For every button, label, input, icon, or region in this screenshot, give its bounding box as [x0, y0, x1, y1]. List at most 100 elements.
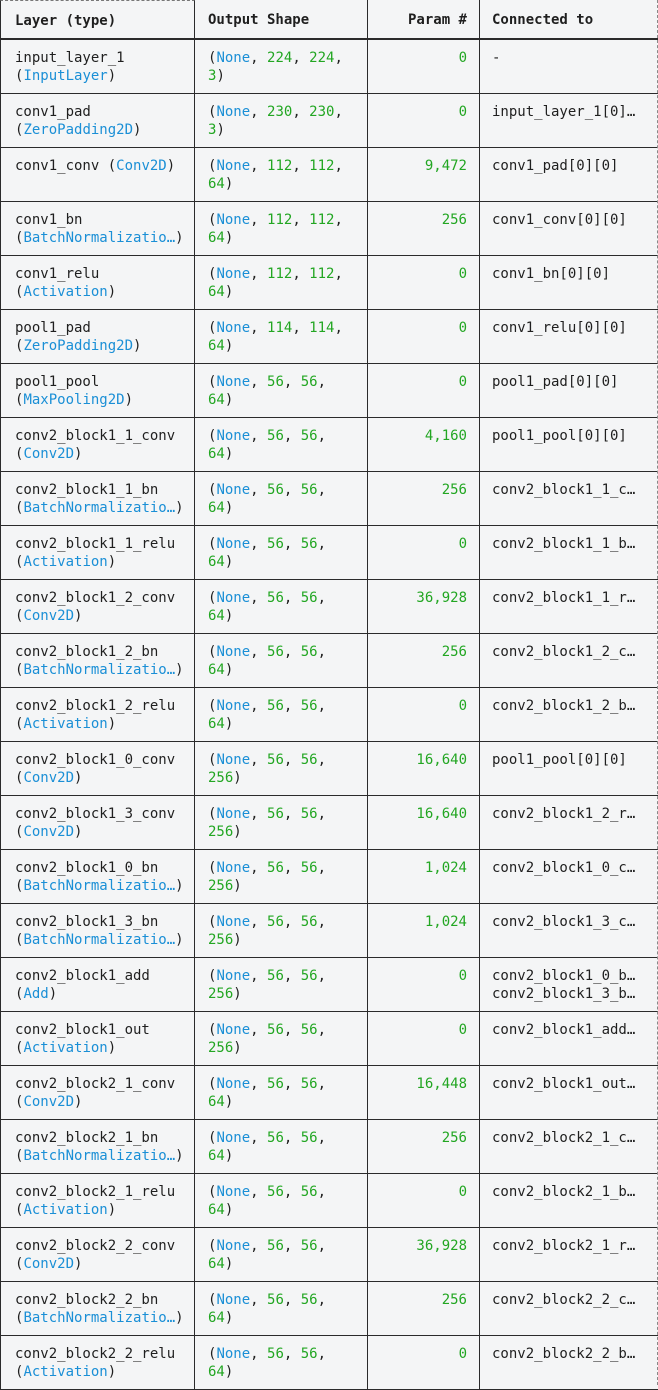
shape-dim: 112: [267, 266, 293, 282]
shape-line: (None, 56, 56,: [208, 1291, 357, 1309]
param-cell: 0: [368, 94, 480, 148]
paren: ): [233, 1040, 242, 1056]
sep: ,: [250, 644, 268, 660]
paren: ): [74, 824, 83, 840]
layer-cell: conv1_pad (ZeroPadding2D): [0, 94, 195, 148]
layer-type-line: (Activation): [15, 553, 184, 571]
layer-cell: conv2_block1_3_conv (Conv2D): [0, 796, 195, 850]
param-cell: 16,448: [368, 1066, 480, 1120]
sep: ,: [317, 590, 327, 606]
layer-cell: conv2_block1_0_bn (BatchNormalizatio…): [0, 850, 195, 904]
sep: ,: [250, 698, 268, 714]
output-shape-cell: (None, 56, 56, 64): [195, 634, 368, 688]
param-cell: 0: [368, 1336, 480, 1390]
shape-line: 64): [208, 715, 357, 733]
layer-cell: conv2_block2_1_conv (Conv2D): [0, 1066, 195, 1120]
table-row: conv1_pad (ZeroPadding2D) (None, 230, 230,…: [0, 94, 658, 148]
shape-dim: 56: [300, 1238, 318, 1254]
layer-type: Activation: [23, 1202, 108, 1218]
shape-dim: 56: [267, 536, 284, 552]
layer-type: BatchNormalizatio…: [23, 878, 176, 894]
connected-cell: conv1_relu[0][0]: [480, 310, 658, 364]
param-cell: 36,928: [368, 1228, 480, 1282]
param-count: 0: [458, 1346, 467, 1362]
shape-dim: 56: [300, 860, 318, 876]
shape-dim: 64: [208, 1364, 225, 1380]
layer-type-line: (BatchNormalizatio…): [15, 229, 184, 247]
shape-dim: 64: [208, 1310, 225, 1326]
param-cell: 4,160: [368, 418, 480, 472]
shape-dim: 224: [267, 50, 293, 66]
sep: ,: [317, 1022, 327, 1038]
shape-dim: 56: [300, 644, 318, 660]
paren: ): [107, 1202, 117, 1218]
connected-layer: pool1_pool[0][0]: [492, 752, 627, 768]
layer-cell: input_layer_1 (InputLayer): [0, 40, 195, 94]
layer-type-line: (BatchNormalizatio…): [15, 1147, 184, 1165]
param-cell: 0: [368, 256, 480, 310]
param-count: 256: [441, 644, 467, 660]
sep: ,: [283, 1238, 301, 1254]
layer-name: conv2_block1_1_relu: [15, 536, 176, 552]
layer-cell: conv2_block1_3_bn (BatchNormalizatio…): [0, 904, 195, 958]
connected-cell: conv1_conv[0][0]: [480, 202, 658, 256]
layer-type: BatchNormalizatio…: [23, 1310, 176, 1326]
sep: ,: [317, 860, 327, 876]
connected-cell: conv2_block1_2_b…: [480, 688, 658, 742]
paren: ): [224, 500, 234, 516]
param-cell: 36,928: [368, 580, 480, 634]
paren: ): [175, 932, 184, 948]
shape-none: None: [216, 1130, 251, 1146]
layer-type: Activation: [23, 716, 108, 732]
layer-type: Conv2D: [23, 824, 75, 840]
connected-layer: conv1_relu[0][0]: [492, 320, 627, 336]
table-row: conv2_block1_add (Add) (None, 56, 56, 256) 0…: [0, 958, 658, 1012]
paren: ): [74, 1094, 83, 1110]
shape-dim: 56: [267, 1238, 284, 1254]
paren: ): [224, 176, 234, 192]
sep: ,: [250, 1238, 268, 1254]
sep: ,: [292, 50, 310, 66]
sep: ,: [250, 482, 268, 498]
shape-line: 64): [208, 391, 357, 409]
connected-cell: conv2_block1_2_c…: [480, 634, 658, 688]
shape-dim: 56: [300, 1130, 318, 1146]
shape-line: (None, 56, 56,: [208, 643, 357, 661]
shape-dim: 56: [300, 374, 318, 390]
shape-none: None: [216, 1346, 251, 1362]
output-shape-cell: (None, 56, 56, 256): [195, 958, 368, 1012]
sep: ,: [283, 752, 301, 768]
sep: ,: [250, 320, 268, 336]
connected-cell: conv1_bn[0][0]: [480, 256, 658, 310]
output-shape-cell: (None, 56, 56, 256): [195, 1012, 368, 1066]
table-row: input_layer_1 (InputLayer) (None, 224, 224…: [0, 40, 658, 94]
connected-layer: -: [492, 50, 501, 66]
paren: ): [216, 68, 225, 84]
layer-type: Activation: [23, 284, 108, 300]
layer-cell: conv2_block2_2_relu (Activation): [0, 1336, 195, 1390]
paren: ): [224, 1148, 234, 1164]
sep: ,: [250, 266, 268, 282]
paren: ): [175, 1310, 184, 1326]
shape-dim: 56: [300, 428, 318, 444]
paren: ): [107, 716, 117, 732]
sep: ,: [317, 914, 327, 930]
layer-cell: conv2_block1_2_bn (BatchNormalizatio…): [0, 634, 195, 688]
shape-dim: 56: [300, 806, 318, 822]
shape-none: None: [216, 212, 251, 228]
header-layer: Layer (type): [0, 0, 195, 40]
output-shape-cell: (None, 56, 56, 64): [195, 1120, 368, 1174]
table-row: pool1_pad (ZeroPadding2D) (None, 114, 114,…: [0, 310, 658, 364]
layer-name: conv2_block2_1_relu: [15, 1184, 176, 1200]
shape-none: None: [216, 320, 251, 336]
shape-line: 64): [208, 229, 357, 247]
param-count: 4,160: [424, 428, 467, 444]
sep: ,: [250, 1130, 268, 1146]
layer-type: Activation: [23, 1364, 108, 1380]
layer-cell: conv2_block2_1_bn (BatchNormalizatio…): [0, 1120, 195, 1174]
paren: ): [175, 878, 184, 894]
shape-line: (None, 112, 112,: [208, 157, 357, 175]
connected-layer: conv2_block1_3_c…: [492, 914, 636, 930]
layer-type-line: (BatchNormalizatio…): [15, 1309, 184, 1327]
param-cell: 0: [368, 364, 480, 418]
